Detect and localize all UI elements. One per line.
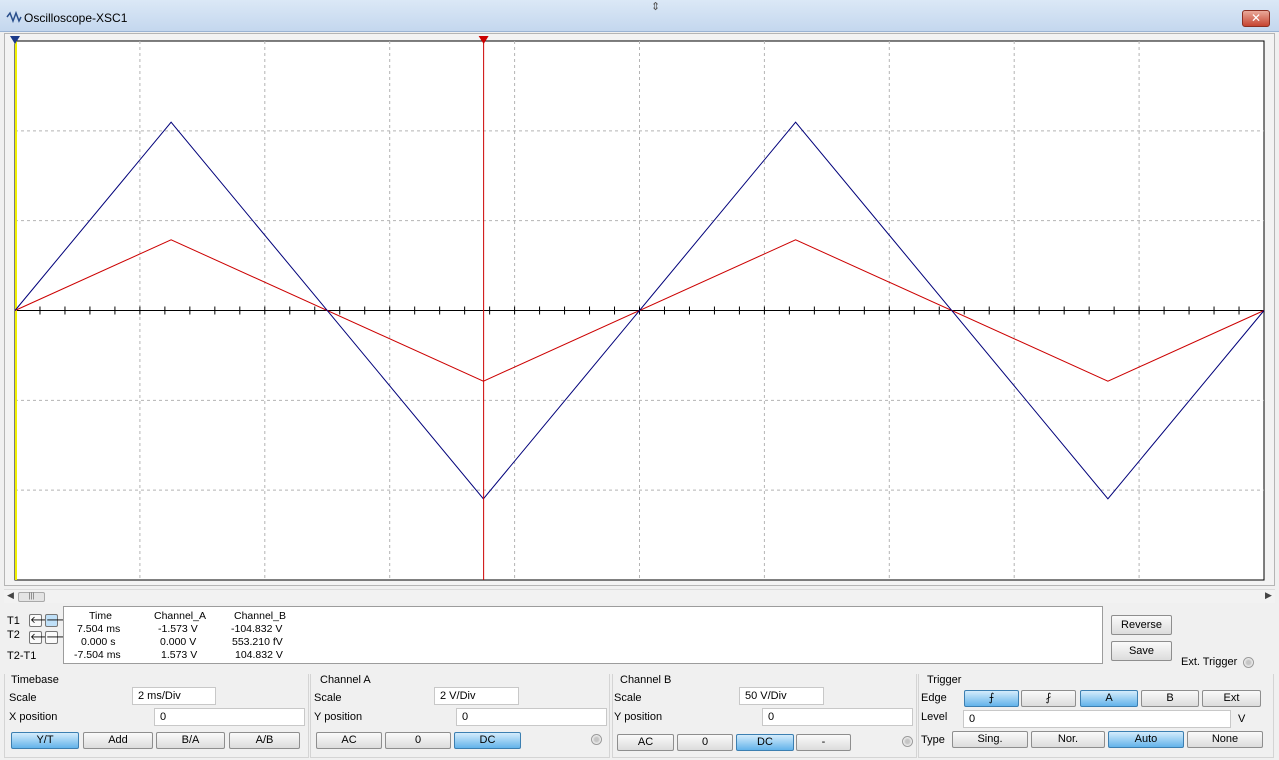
edge-rising-icon[interactable]: ⨍ xyxy=(964,690,1019,707)
channel-a-y-position-field[interactable]: 0 xyxy=(456,708,607,726)
trigger-source-a-button[interactable]: A xyxy=(1080,690,1138,707)
readout-t2-channel-a: 0.000 V xyxy=(160,636,197,648)
scroll-right-icon[interactable]: ▶ xyxy=(1265,590,1272,601)
trigger-type-normal-button[interactable]: Nor. xyxy=(1031,731,1105,748)
readout-header-channel-a: Channel_A xyxy=(154,610,206,622)
mode-ab-button[interactable]: A/B xyxy=(229,732,300,749)
scope-plot xyxy=(10,36,1265,581)
t2-right-arrow-icon[interactable]: 🡒 xyxy=(45,631,73,644)
trigger-type-single-button[interactable]: Sing. xyxy=(952,731,1028,748)
trigger-level-field[interactable]: 0 xyxy=(963,710,1231,728)
timebase-scale-field[interactable]: 2 ms/Div xyxy=(132,687,216,705)
t2-minus-t1-label: T2-T1 xyxy=(7,650,37,662)
channel-a-scale-label: Scale xyxy=(314,692,342,704)
readout-t2-time: 0.000 s xyxy=(81,636,116,648)
channel-b-scale-field[interactable]: 50 V/Div xyxy=(739,687,824,705)
t1-right-arrow-icon[interactable]: 🡒 xyxy=(45,614,73,627)
channel-b-scale-label: Scale xyxy=(614,692,642,704)
channel-a-dc-button[interactable]: DC xyxy=(454,732,521,749)
readout-diff-channel-b: 104.832 V xyxy=(235,649,283,661)
channel-b-ac-button[interactable]: AC xyxy=(617,734,674,751)
save-button[interactable]: Save xyxy=(1111,641,1172,661)
trigger-source-ext-button[interactable]: Ext xyxy=(1202,690,1261,707)
reverse-button[interactable]: Reverse xyxy=(1111,615,1172,635)
level-label: Level xyxy=(921,711,948,723)
ext-trigger-label: Ext. Trigger xyxy=(1181,656,1238,668)
channel-b-dc-button[interactable]: DC xyxy=(736,734,794,751)
channel-b-terminal-icon[interactable] xyxy=(902,736,913,747)
move-icon[interactable]: ⇕ xyxy=(651,0,660,13)
channel-b-y-position-label: Y position xyxy=(614,711,663,723)
readout-t1-time: 7.504 ms xyxy=(77,623,121,635)
readout-t1-channel-a: -1.573 V xyxy=(158,623,198,635)
readout-t2-channel-b: 553.210 fV xyxy=(232,636,283,648)
horizontal-scrollbar[interactable]: ◀ ||| ▶ xyxy=(4,589,1275,603)
t1-label: T1 xyxy=(7,615,20,627)
ext-trigger-terminal-icon[interactable] xyxy=(1243,657,1254,668)
t1-left-arrow-icon[interactable]: 🡐 xyxy=(29,614,57,627)
edge-falling-icon[interactable]: ⨏ xyxy=(1021,690,1076,707)
timebase-scale-label: Scale xyxy=(9,692,37,704)
mode-add-button[interactable]: Add xyxy=(83,732,153,749)
cursor-controls: T1 🡐 🡒 T2 🡐 🡒 T2-T1 xyxy=(4,606,73,666)
scope-display[interactable] xyxy=(4,33,1275,586)
window-title: Oscilloscope-XSC1 xyxy=(24,11,128,25)
x-position-label: X position xyxy=(9,711,58,723)
trigger-type-none-button[interactable]: None xyxy=(1187,731,1263,748)
trigger-title: Trigger xyxy=(927,674,962,686)
readout-diff-time: -7.504 ms xyxy=(74,649,121,661)
channel-a-terminal-icon[interactable] xyxy=(591,734,602,745)
trigger-source-b-button[interactable]: B xyxy=(1141,690,1199,707)
channel-a-ac-button[interactable]: AC xyxy=(316,732,382,749)
mode-yt-button[interactable]: Y/T xyxy=(11,732,79,749)
channel-a-title: Channel A xyxy=(320,674,371,686)
measurement-readout: Time Channel_A Channel_B 7.504 ms -1.573… xyxy=(63,606,1103,664)
close-button[interactable]: ✕ xyxy=(1242,10,1270,27)
readout-header-channel-b: Channel_B xyxy=(234,610,286,622)
channel-a-zero-button[interactable]: 0 xyxy=(385,732,451,749)
mode-ba-button[interactable]: B/A xyxy=(156,732,225,749)
readout-diff-channel-a: 1.573 V xyxy=(161,649,198,661)
readout-t1-channel-b: -104.832 V xyxy=(231,623,283,635)
scroll-thumb[interactable]: ||| xyxy=(18,592,45,602)
x-position-field[interactable]: 0 xyxy=(154,708,305,726)
t2-label: T2 xyxy=(7,629,20,641)
oscilloscope-app-icon xyxy=(6,11,22,23)
channel-b-zero-button[interactable]: 0 xyxy=(677,734,733,751)
trigger-type-auto-button[interactable]: Auto xyxy=(1108,731,1184,748)
channel-b-title: Channel B xyxy=(620,674,672,686)
title-bar: Oscilloscope-XSC1 ⇕ ✕ xyxy=(0,0,1279,32)
timebase-title: Timebase xyxy=(11,674,59,686)
level-unit-label: V xyxy=(1238,713,1246,725)
edge-label: Edge xyxy=(921,692,947,704)
channel-b-y-position-field[interactable]: 0 xyxy=(762,708,913,726)
channel-a-y-position-label: Y position xyxy=(314,711,363,723)
t2-left-arrow-icon[interactable]: 🡐 xyxy=(29,631,57,644)
channel-a-scale-field[interactable]: 2 V/Div xyxy=(434,687,519,705)
readout-header-time: Time xyxy=(89,610,112,622)
channel-b-invert-button[interactable]: - xyxy=(796,734,851,751)
type-label: Type xyxy=(921,734,945,746)
scroll-left-icon[interactable]: ◀ xyxy=(7,590,14,601)
